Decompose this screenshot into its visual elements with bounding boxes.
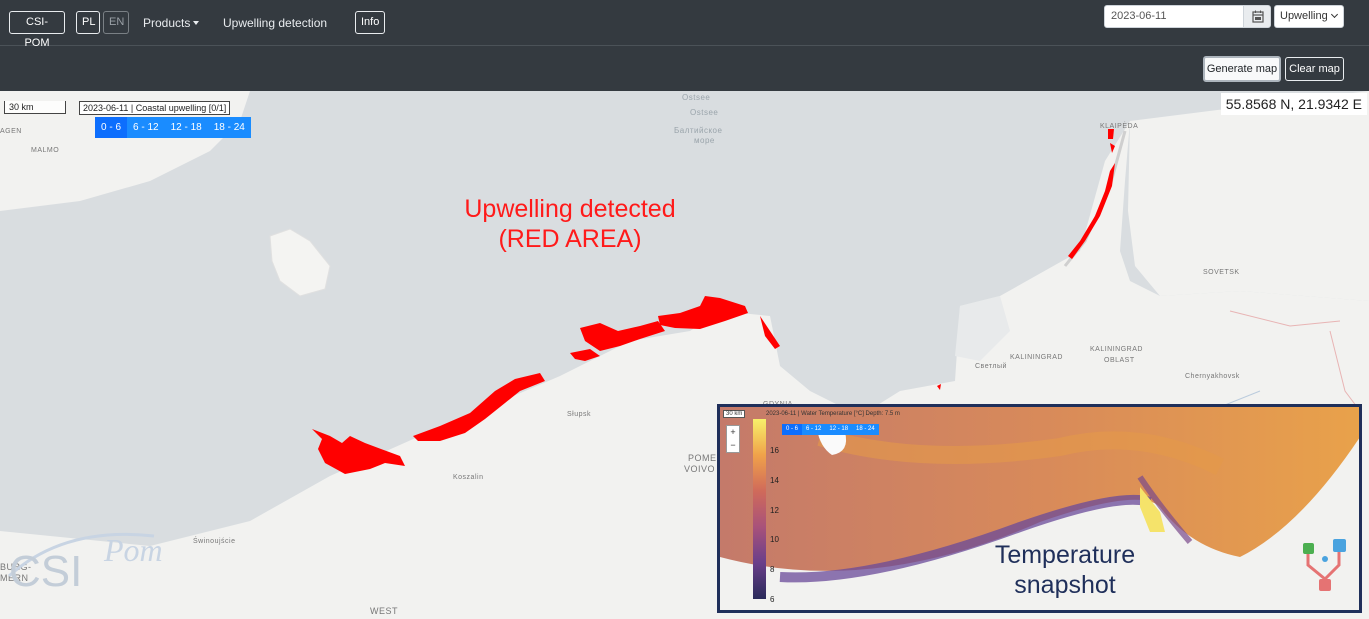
time-range-buttons: 0 - 6 6 - 12 12 - 18 18 - 24 [95,117,251,138]
logo-script: Pom [103,532,163,568]
time-range-12-18[interactable]: 12 - 18 [164,117,208,138]
chevron-down-icon [1330,10,1339,19]
map-scale-bar: 30 km [4,101,66,114]
label-malmo: MALMO [31,147,60,154]
upwelling-annotation-line1: Upwelling detected [464,195,676,223]
label-ostsee-top: Ostsee [682,93,711,102]
inset-time-0-6[interactable]: 0 - 6 [782,424,803,435]
inset-time-12-18[interactable]: 12 - 18 [825,424,853,435]
toolbar: Generate map Clear map [0,46,1369,91]
inset-time-6-12[interactable]: 6 - 12 [802,424,826,435]
label-agen: AGEN [0,128,22,135]
network-logo-icon [1303,539,1346,591]
calendar-icon [1252,10,1264,23]
map-canvas[interactable]: 30 km 2023-06-11 | Coastal upwelling [0/… [0,91,1369,619]
product-select-value: Upwelling [1280,10,1328,22]
label-pome: POME [688,453,717,463]
inset-scale-bar: 30 km [723,410,746,418]
zoom-out-button[interactable]: − [727,439,739,452]
calendar-button[interactable] [1243,5,1271,28]
caret-down-icon [193,21,200,25]
generate-map-button[interactable]: Generate map [1203,56,1281,82]
time-range-18-24[interactable]: 18 - 24 [207,117,251,138]
cursor-coordinates: 55.8568 N, 21.9342 E [1220,93,1367,115]
temperature-colorbar [753,419,766,599]
inset-time-18-24[interactable]: 18 - 24 [852,424,879,435]
products-label: Products [143,16,191,30]
label-sovetsk: SOVETSK [1203,269,1240,276]
products-dropdown[interactable]: Products [143,16,200,30]
top-navbar: CSI-POM PL EN Products Upwelling detecti… [0,0,1369,49]
lang-en-button[interactable]: EN [103,11,129,34]
time-range-6-12[interactable]: 6 - 12 [127,117,165,138]
label-klaipeda: KLAIPĖDA [1100,123,1139,130]
colorbar-tick: 8 [770,565,775,574]
label-more: море [694,136,715,145]
temperature-annotation-line2: snapshot [1014,571,1116,599]
label-koszalin: Koszalin [453,474,484,481]
inset-time-range-buttons: 0 - 6 6 - 12 12 - 18 18 - 24 [782,424,879,435]
label-baltic-ru: Балтийское [674,126,723,135]
label-west: WEST [370,606,398,616]
colorbar-tick: 14 [770,476,779,485]
product-select[interactable]: Upwelling [1274,5,1344,28]
colorbar-tick: 6 [770,595,775,604]
label-ostsee: Ostsee [690,108,719,117]
zoom-in-button[interactable]: + [727,426,739,439]
upwelling-annotation-line2: (RED AREA) [498,225,642,253]
inset-title: 2023-06-11 | Water Temperature [°C] Dept… [766,411,900,417]
brand-button[interactable]: CSI-POM [9,11,65,49]
label-svetly: Светлый [975,363,1007,370]
upwelling-detection-link[interactable]: Upwelling detection [223,16,327,30]
label-kaliningrad: KALININGRAD [1010,354,1063,361]
lang-pl-button[interactable]: PL [76,11,100,34]
map-legend-title: 2023-06-11 | Coastal upwelling [0/1] [79,101,231,115]
info-button[interactable]: Info [355,11,385,34]
temperature-annotation: Temperature snapshot [985,540,1145,600]
label-chernyakhovsk: Chernyakhovsk [1185,373,1240,380]
temperature-annotation-line1: Temperature [994,541,1136,569]
logo-text: CSI [9,547,82,596]
upwelling-annotation: Upwelling detected (RED AREA) [440,194,700,254]
colorbar-tick: 12 [770,506,779,515]
date-input[interactable]: 2023-06-11 [1104,5,1244,28]
clear-map-button[interactable]: Clear map [1285,57,1344,81]
label-kaliningrad-oblast: KALININGRAD [1090,346,1143,353]
colorbar-tick: 16 [770,446,779,455]
label-slupsk: Słupsk [567,411,592,418]
csi-pom-watermark-icon: CSI Pom [7,532,163,596]
label-voivo: VOIVO [684,464,716,474]
label-oblast: OBLAST [1104,357,1135,364]
colorbar-tick: 10 [770,535,779,544]
csi-pom-logo: CSI Pom [4,516,204,611]
time-range-0-6[interactable]: 0 - 6 [95,117,128,138]
inset-zoom-control: + − [726,425,740,453]
